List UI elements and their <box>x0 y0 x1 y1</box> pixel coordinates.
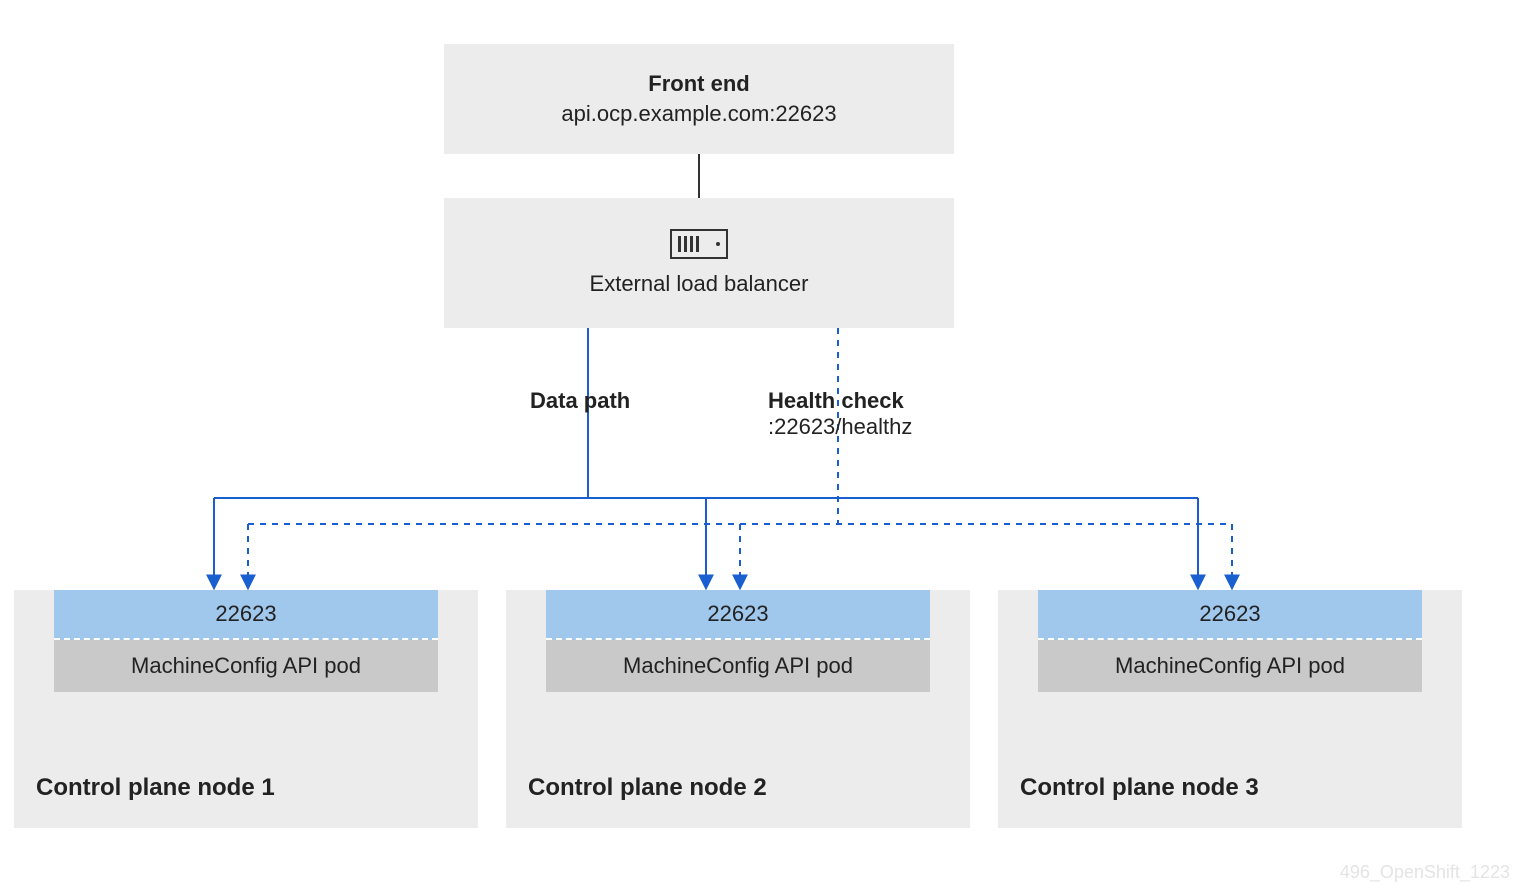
control-plane-node-1: 22623 MachineConfig API pod Control plan… <box>14 590 478 828</box>
control-plane-node-2: 22623 MachineConfig API pod Control plan… <box>506 590 970 828</box>
pod-label: MachineConfig API pod <box>1038 640 1422 692</box>
port-label: 22623 <box>546 590 930 640</box>
pod-label: MachineConfig API pod <box>546 640 930 692</box>
data-path-label: Data path <box>530 388 630 414</box>
watermark: 496_OpenShift_1223 <box>1340 862 1510 883</box>
pod-stack: 22623 MachineConfig API pod <box>1038 590 1422 692</box>
load-balancer-label: External load balancer <box>590 271 809 297</box>
node-title: Control plane node 1 <box>36 774 275 802</box>
port-label: 22623 <box>1038 590 1422 640</box>
load-balancer-box: External load balancer <box>444 198 954 328</box>
pod-stack: 22623 MachineConfig API pod <box>54 590 438 692</box>
health-check-label: Health check :22623/healthz <box>768 388 912 440</box>
frontend-address: api.ocp.example.com:22623 <box>561 101 836 127</box>
node-title: Control plane node 3 <box>1020 774 1259 802</box>
pod-stack: 22623 MachineConfig API pod <box>546 590 930 692</box>
control-plane-node-3: 22623 MachineConfig API pod Control plan… <box>998 590 1462 828</box>
frontend-box: Front end api.ocp.example.com:22623 <box>444 44 954 154</box>
pod-label: MachineConfig API pod <box>54 640 438 692</box>
node-title: Control plane node 2 <box>528 774 767 802</box>
health-check-title: Health check <box>768 388 912 414</box>
health-check-endpoint: :22623/healthz <box>768 414 912 440</box>
load-balancer-icon <box>670 229 728 259</box>
frontend-title: Front end <box>648 71 749 97</box>
port-label: 22623 <box>54 590 438 640</box>
